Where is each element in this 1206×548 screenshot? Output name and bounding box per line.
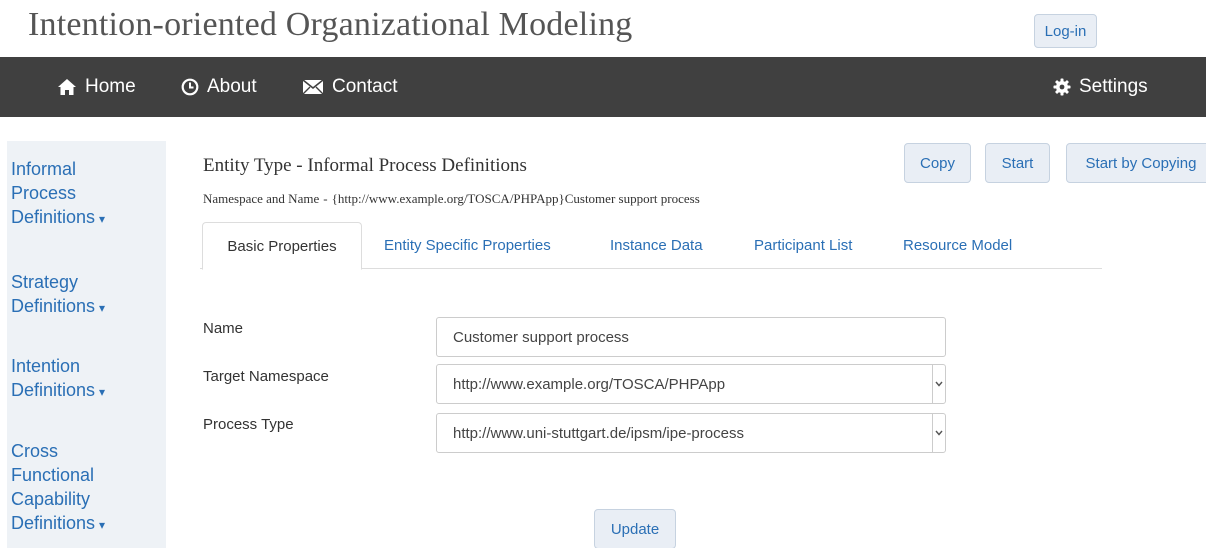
copy-button[interactable]: Copy bbox=[904, 143, 971, 183]
sidebar-item-informal-process-definitions[interactable]: Informal Process Definitions ▾ bbox=[11, 157, 161, 231]
namespace-value: {http://www.example.org/TOSCA/PHPApp}Cus… bbox=[331, 191, 700, 206]
tab-instance-data[interactable]: Instance Data bbox=[610, 222, 703, 269]
sidebar-item-label: Strategy bbox=[11, 272, 79, 292]
tab-entity-specific-properties[interactable]: Entity Specific Properties bbox=[384, 222, 551, 269]
nav-settings-label: Settings bbox=[1079, 76, 1148, 97]
namespace-separator: - bbox=[323, 191, 328, 206]
login-button[interactable]: Log-in bbox=[1034, 14, 1097, 48]
sidebar-item-label: Process bbox=[11, 183, 77, 203]
name-input[interactable]: Customer support process bbox=[436, 317, 946, 357]
chevron-down-icon[interactable] bbox=[932, 414, 945, 452]
process-type-value: http://www.uni-stuttgart.de/ipsm/ipe-pro… bbox=[453, 424, 744, 442]
process-type-label: Process Type bbox=[203, 416, 294, 433]
target-namespace-label: Target Namespace bbox=[203, 368, 329, 385]
namespace-and-name: Namespace and Name - {http://www.example.o… bbox=[203, 191, 700, 207]
namespace-label: Namespace and Name bbox=[203, 191, 320, 206]
navbar: Home About Contact Settings bbox=[0, 57, 1206, 117]
nav-home[interactable]: Home bbox=[57, 57, 136, 117]
sidebar-item-label: Intention bbox=[11, 356, 81, 376]
sidebar-item-label: Definitions bbox=[11, 296, 96, 316]
tab-participant-list[interactable]: Participant List bbox=[754, 222, 852, 269]
sidebar-item-label: Functional bbox=[11, 465, 95, 485]
gear-icon bbox=[1053, 78, 1071, 96]
sidebar-item-label: Definitions bbox=[11, 513, 96, 533]
start-by-copying-button[interactable]: Start by Copying bbox=[1066, 143, 1206, 183]
sidebar: Informal Process Definitions ▾ Strategy D… bbox=[7, 141, 166, 548]
caret-down-icon: ▾ bbox=[99, 301, 106, 315]
nav-about[interactable]: About bbox=[181, 57, 257, 117]
target-namespace-select[interactable]: http://www.example.org/TOSCA/PHPApp bbox=[436, 364, 946, 404]
sidebar-item-intention-definitions[interactable]: Intention Definitions ▾ bbox=[11, 354, 161, 404]
nav-about-label: About bbox=[207, 76, 257, 97]
start-button[interactable]: Start bbox=[985, 143, 1050, 183]
sidebar-item-strategy-definitions[interactable]: Strategy Definitions ▾ bbox=[11, 270, 161, 320]
entity-type-title: Entity Type - Informal Process Definitio… bbox=[203, 155, 527, 176]
envelope-icon bbox=[302, 79, 324, 95]
nav-home-label: Home bbox=[85, 76, 136, 97]
sidebar-item-label: Definitions bbox=[11, 380, 96, 400]
sidebar-item-label: Capability bbox=[11, 489, 91, 509]
app-title: Intention-oriented Organizational Modeli… bbox=[28, 6, 633, 43]
tab-basic-properties[interactable]: Basic Properties bbox=[202, 222, 362, 270]
name-input-value: Customer support process bbox=[453, 328, 629, 346]
caret-down-icon: ▾ bbox=[99, 212, 106, 226]
clock-icon bbox=[181, 78, 199, 96]
sidebar-item-cross-functional-capability-definitions[interactable]: Cross Functional Capability Definitions ▾ bbox=[11, 439, 161, 537]
nav-contact[interactable]: Contact bbox=[302, 57, 397, 117]
caret-down-icon: ▾ bbox=[99, 518, 106, 532]
name-label: Name bbox=[203, 320, 244, 337]
process-type-select[interactable]: http://www.uni-stuttgart.de/ipsm/ipe-pro… bbox=[436, 413, 946, 453]
sidebar-item-label: Cross bbox=[11, 441, 59, 461]
nav-contact-label: Contact bbox=[332, 76, 398, 97]
nav-settings[interactable]: Settings bbox=[1053, 57, 1148, 117]
sidebar-item-label: Informal bbox=[11, 159, 77, 179]
tab-bar: Basic Properties Entity Specific Propert… bbox=[200, 222, 1102, 270]
update-button[interactable]: Update bbox=[594, 509, 676, 548]
target-namespace-value: http://www.example.org/TOSCA/PHPApp bbox=[453, 375, 726, 393]
sidebar-item-label: Definitions bbox=[11, 207, 96, 227]
caret-down-icon: ▾ bbox=[99, 385, 106, 399]
tab-resource-model[interactable]: Resource Model bbox=[903, 222, 1012, 269]
home-icon bbox=[58, 79, 76, 95]
chevron-down-icon[interactable] bbox=[932, 365, 945, 403]
